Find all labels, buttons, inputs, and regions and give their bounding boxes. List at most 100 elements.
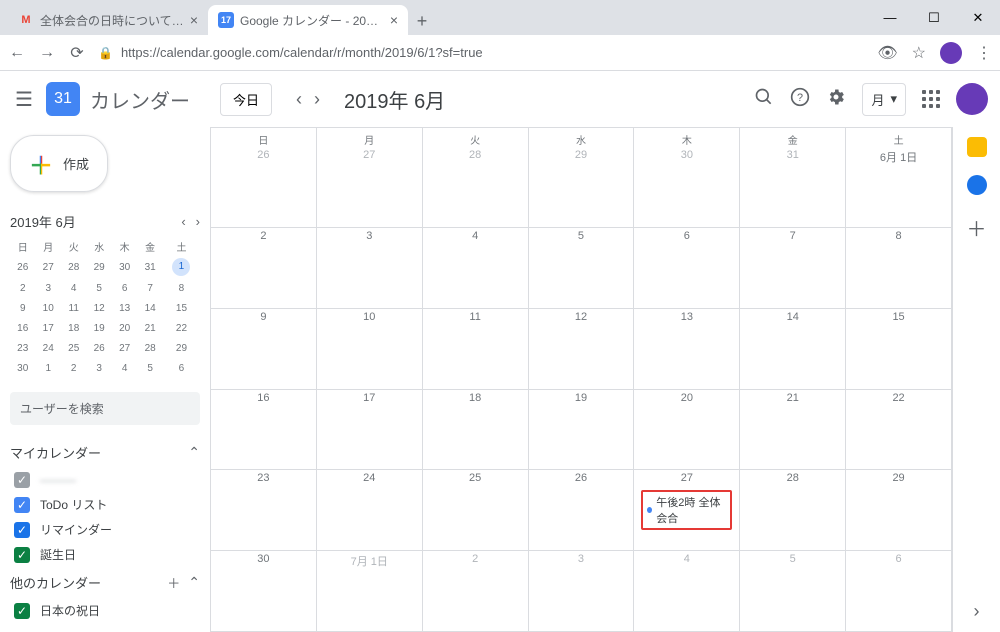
checkbox-icon[interactable]: ✓ (14, 547, 30, 563)
calendar-item[interactable]: ✓——— (10, 468, 200, 492)
day-cell[interactable]: 12 (529, 309, 635, 389)
day-cell[interactable]: 8 (846, 228, 952, 308)
profile-avatar[interactable] (940, 42, 962, 64)
day-cell[interactable]: 27午後2時 全体会合 (634, 470, 740, 550)
calendar-item[interactable]: ✓ToDo リスト (10, 492, 200, 517)
day-cell[interactable]: 17 (317, 390, 423, 470)
day-cell[interactable]: 4 (634, 551, 740, 631)
mini-day-cell[interactable]: 3 (86, 358, 111, 378)
calendar-item[interactable]: ✓リマインダー (10, 517, 200, 542)
mini-day-cell[interactable]: 29 (86, 256, 111, 278)
day-cell[interactable]: 23 (211, 470, 317, 550)
day-cell[interactable]: 6 (634, 228, 740, 308)
day-cell[interactable]: 11 (423, 309, 529, 389)
my-calendars-section[interactable]: マイカレンダー⌃ (10, 437, 200, 468)
day-cell[interactable]: 29 (846, 470, 952, 550)
browser-menu-icon[interactable]: ⋮ (976, 43, 992, 63)
mini-day-cell[interactable]: 5 (137, 358, 162, 378)
reload-button[interactable]: ⟳ (68, 43, 86, 63)
mini-day-cell[interactable]: 19 (86, 318, 111, 338)
next-period-button[interactable]: › (314, 89, 320, 110)
day-cell[interactable]: 28 (423, 147, 529, 227)
mini-day-cell[interactable]: 11 (61, 298, 86, 318)
mini-day-cell[interactable]: 22 (163, 318, 200, 338)
add-addon-icon[interactable]: ＋ (967, 213, 987, 242)
mini-day-cell[interactable]: 1 (163, 256, 200, 278)
day-cell[interactable]: 26 (529, 470, 635, 550)
mini-day-cell[interactable]: 10 (35, 298, 60, 318)
calendar-item[interactable]: ✓誕生日 (10, 542, 200, 567)
mini-day-cell[interactable]: 6 (163, 358, 200, 378)
mini-day-cell[interactable]: 4 (61, 278, 86, 298)
day-cell[interactable]: 30 (211, 551, 317, 631)
back-button[interactable]: ← (8, 44, 26, 62)
day-cell[interactable]: 21 (740, 390, 846, 470)
checkbox-icon[interactable]: ✓ (14, 603, 30, 619)
mini-day-cell[interactable]: 13 (112, 298, 137, 318)
mini-day-cell[interactable]: 30 (112, 256, 137, 278)
mini-day-cell[interactable]: 17 (35, 318, 60, 338)
menu-icon[interactable]: ☰ (12, 87, 36, 112)
mini-day-cell[interactable]: 6 (112, 278, 137, 298)
settings-icon[interactable] (826, 87, 846, 112)
minimize-button[interactable]: ― (868, 10, 912, 25)
day-cell[interactable]: 6 (846, 551, 952, 631)
day-cell[interactable]: 20 (634, 390, 740, 470)
day-cell[interactable]: 24 (317, 470, 423, 550)
mini-day-cell[interactable]: 30 (10, 358, 35, 378)
search-users-input[interactable]: ユーザーを検索 (10, 392, 200, 425)
create-button[interactable]: ＋ 作成 (10, 135, 108, 192)
prev-period-button[interactable]: ‹ (296, 89, 302, 110)
mini-day-cell[interactable]: 25 (61, 338, 86, 358)
mini-day-cell[interactable]: 31 (137, 256, 162, 278)
mini-day-cell[interactable]: 29 (163, 338, 200, 358)
add-calendar-icon[interactable]: ＋ (167, 573, 180, 592)
mini-day-cell[interactable]: 12 (86, 298, 111, 318)
close-icon[interactable]: × (390, 12, 398, 28)
mini-day-cell[interactable]: 1 (35, 358, 60, 378)
other-calendars-section[interactable]: 他のカレンダー ＋ ⌃ (10, 567, 200, 598)
browser-tab[interactable]: M 全体会合の日時について · —— × (8, 5, 208, 35)
calendar-item[interactable]: ✓日本の祝日 (10, 598, 200, 623)
mini-day-cell[interactable]: 23 (10, 338, 35, 358)
day-cell[interactable]: 27 (317, 147, 423, 227)
mini-day-cell[interactable]: 26 (10, 256, 35, 278)
day-cell[interactable]: 10 (317, 309, 423, 389)
mini-day-cell[interactable]: 3 (35, 278, 60, 298)
day-cell[interactable]: 2 (423, 551, 529, 631)
browser-tab-active[interactable]: 17 Google カレンダー - 2019年 6月 × (208, 5, 408, 35)
account-avatar[interactable] (956, 83, 988, 115)
day-cell[interactable]: 22 (846, 390, 952, 470)
day-cell[interactable]: 19 (529, 390, 635, 470)
mini-calendar[interactable]: 日月火水木金土 26272829303112345678910111213141… (10, 237, 200, 378)
mini-day-cell[interactable]: 8 (163, 278, 200, 298)
day-cell[interactable]: 31 (740, 147, 846, 227)
mini-day-cell[interactable]: 7 (137, 278, 162, 298)
checkbox-icon[interactable]: ✓ (14, 472, 30, 488)
day-cell[interactable]: 4 (423, 228, 529, 308)
mini-day-cell[interactable]: 20 (112, 318, 137, 338)
day-cell[interactable]: 15 (846, 309, 952, 389)
today-button[interactable]: 今日 (220, 83, 272, 116)
mini-day-cell[interactable]: 5 (86, 278, 111, 298)
day-cell[interactable]: 14 (740, 309, 846, 389)
day-cell[interactable]: 16 (211, 390, 317, 470)
mini-day-cell[interactable]: 28 (137, 338, 162, 358)
day-cell[interactable]: 7月 1日 (317, 551, 423, 631)
new-tab-button[interactable]: + (408, 7, 436, 35)
mini-day-cell[interactable]: 2 (61, 358, 86, 378)
day-cell[interactable]: 3 (317, 228, 423, 308)
mini-day-cell[interactable]: 18 (61, 318, 86, 338)
day-cell[interactable]: 5 (529, 228, 635, 308)
close-window-button[interactable]: ✕ (956, 10, 1000, 26)
mini-day-cell[interactable]: 15 (163, 298, 200, 318)
mini-day-cell[interactable]: 24 (35, 338, 60, 358)
day-cell[interactable]: 5 (740, 551, 846, 631)
mini-day-cell[interactable]: 4 (112, 358, 137, 378)
day-cell[interactable]: 25 (423, 470, 529, 550)
mini-day-cell[interactable]: 16 (10, 318, 35, 338)
mini-day-cell[interactable]: 21 (137, 318, 162, 338)
mini-day-cell[interactable]: 27 (35, 256, 60, 278)
day-cell[interactable]: 7 (740, 228, 846, 308)
day-cell[interactable]: 13 (634, 309, 740, 389)
